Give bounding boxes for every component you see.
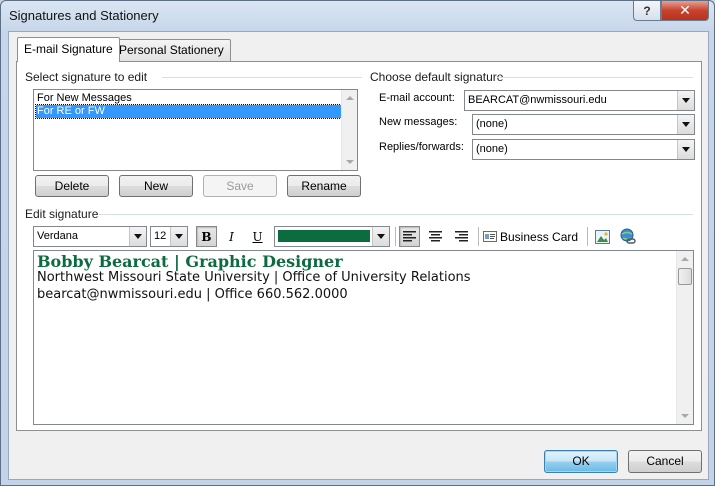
align-right-icon[interactable] <box>451 226 472 247</box>
align-left-icon[interactable] <box>399 226 420 247</box>
chevron-down-icon[interactable] <box>170 227 187 246</box>
signature-name-line: Bobby Bearcat | Graphic Designer <box>37 252 343 271</box>
tab-personal-stationery-label: Personal Stationery <box>119 43 224 57</box>
select-signature-heading: Select signature to edit <box>25 70 148 84</box>
divider <box>99 214 693 215</box>
scroll-down-icon[interactable] <box>681 414 689 418</box>
scroll-down-icon[interactable] <box>346 160 354 164</box>
window-title: Signatures and Stationery <box>9 8 159 23</box>
signature-editor[interactable]: Bobby Bearcat | Graphic Designer Northwe… <box>33 250 694 425</box>
list-item-selected[interactable]: For RE or FW <box>35 104 342 119</box>
replies-forwards-label: Replies/forwards: <box>379 141 464 153</box>
ok-button[interactable]: OK <box>544 450 618 473</box>
email-account-label: E-mail account: <box>379 92 455 104</box>
cancel-button[interactable]: Cancel <box>628 450 702 473</box>
email-account-select[interactable]: BEARCAT@nwmissouri.edu <box>464 90 695 111</box>
close-button[interactable]: ✕ <box>661 1 709 21</box>
business-card-button[interactable]: Business Card <box>483 226 583 247</box>
new-messages-label: New messages: <box>379 116 458 128</box>
business-card-label: Business Card <box>500 229 579 244</box>
business-card-icon <box>483 231 497 242</box>
chevron-down-icon[interactable] <box>677 91 694 110</box>
divider <box>162 77 362 78</box>
scroll-up-icon[interactable] <box>681 257 689 261</box>
divider <box>497 77 693 78</box>
divider <box>587 227 588 246</box>
tab-personal-stationery[interactable]: Personal Stationery <box>112 39 231 61</box>
font-size-value: 12 <box>154 230 167 242</box>
signature-list[interactable]: For New Messages For RE or FW <box>33 89 358 171</box>
dialog-client-area: E-mail Signature Personal Stationery Sel… <box>8 31 709 480</box>
new-messages-value: (none) <box>476 118 508 130</box>
insert-hyperlink-icon[interactable] <box>617 226 638 247</box>
insert-picture-icon[interactable] <box>592 226 613 247</box>
delete-button[interactable]: Delete <box>35 175 109 197</box>
chevron-down-icon[interactable] <box>677 115 694 134</box>
signature-org-line: Northwest Missouri State University | Of… <box>37 270 471 285</box>
tab-email-signature[interactable]: E-mail Signature <box>17 37 120 62</box>
font-color-select[interactable] <box>274 226 390 247</box>
replies-forwards-select[interactable]: (none) <box>472 139 695 160</box>
rename-button[interactable]: Rename <box>287 175 361 197</box>
font-size-select[interactable]: 12 <box>150 226 188 247</box>
bold-icon[interactable]: B <box>196 226 217 247</box>
edit-signature-heading: Edit signature <box>25 207 99 221</box>
divider <box>478 227 479 246</box>
help-button[interactable]: ? <box>633 1 661 21</box>
align-center-icon[interactable] <box>425 226 446 247</box>
dialog-window: Signatures and Stationery ? ✕ E-mail Sig… <box>0 0 715 486</box>
scrollbar-thumb[interactable] <box>678 268 692 285</box>
font-value: Verdana <box>37 230 78 242</box>
save-button[interactable]: Save <box>203 175 277 197</box>
chevron-down-icon[interactable] <box>129 227 146 246</box>
replies-forwards-value: (none) <box>476 143 508 155</box>
new-messages-select[interactable]: (none) <box>472 114 695 135</box>
italic-icon[interactable]: I <box>221 226 242 247</box>
chevron-down-icon[interactable] <box>677 140 694 159</box>
email-account-value: BEARCAT@nwmissouri.edu <box>468 94 607 106</box>
underline-icon[interactable]: U <box>247 226 268 247</box>
tab-email-signature-label: E-mail Signature <box>24 42 113 56</box>
editor-scrollbar[interactable] <box>676 251 693 424</box>
scroll-up-icon[interactable] <box>346 96 354 100</box>
divider <box>395 227 396 246</box>
font-select[interactable]: Verdana <box>33 226 147 247</box>
list-item[interactable]: For New Messages <box>36 92 341 105</box>
list-scrollbar[interactable] <box>341 90 357 170</box>
signature-contact-line: bearcat@nwmissouri.edu | Office 660.562.… <box>37 287 348 302</box>
chevron-down-icon[interactable] <box>372 227 389 246</box>
new-button[interactable]: New <box>119 175 193 197</box>
default-signature-heading: Choose default signature <box>370 70 504 84</box>
font-color-swatch <box>278 230 370 242</box>
